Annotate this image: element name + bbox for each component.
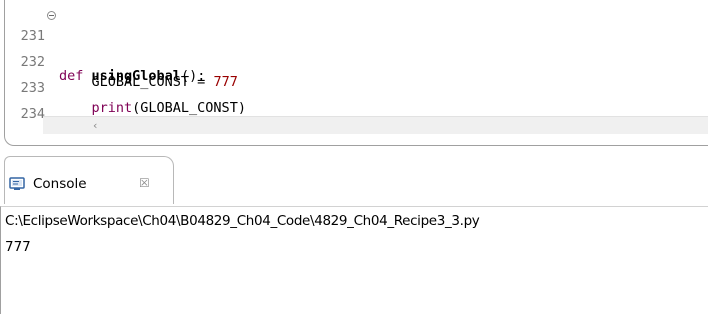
- code-line-231: 231 def usingGlobal():: [5, 6, 705, 84]
- console-tab-label: Console: [33, 176, 87, 192]
- code-editor[interactable]: 231 def usingGlobal(): 232 GLOBAL_CONST …: [4, 0, 708, 146]
- console-view-header: Console ☒: [0, 152, 708, 206]
- console-icon: [9, 177, 25, 190]
- scroll-left-arrow-icon[interactable]: ‹: [93, 120, 97, 132]
- horizontal-scrollbar[interactable]: ‹: [43, 116, 708, 134]
- tab-console[interactable]: Console ☒: [4, 156, 174, 204]
- code-line-234: 234: [5, 84, 705, 122]
- close-icon[interactable]: ☒: [139, 176, 150, 190]
- code-line-233: 233 print(GLOBAL_CONST): [5, 58, 705, 116]
- console-output-area[interactable]: C:\EclipseWorkspace\Ch04\B04829_Ch04_Cod…: [0, 206, 708, 314]
- console-output-line: 777: [5, 239, 31, 255]
- console-script-path: C:\EclipseWorkspace\Ch04\B04829_Ch04_Cod…: [5, 213, 480, 229]
- line-number: 234: [20, 106, 45, 122]
- code-line-232: 232 GLOBAL_CONST = 777: [5, 32, 705, 90]
- fold-collapse-icon[interactable]: [47, 11, 56, 20]
- clipped-code-line: [149, 108, 269, 116]
